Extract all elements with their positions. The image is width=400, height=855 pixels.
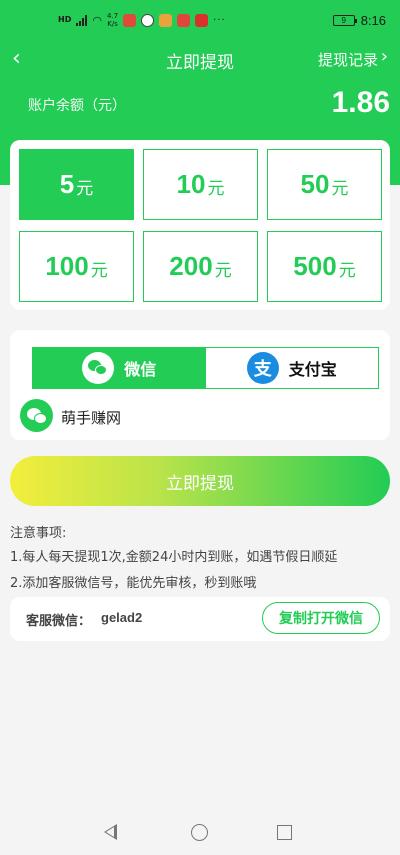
nav-home-icon[interactable]: [191, 824, 208, 841]
notes-title: 注意事项:: [10, 526, 67, 541]
wechat-account-icon: [20, 399, 53, 432]
tab-wechat[interactable]: 微信: [33, 348, 206, 388]
system-nav-bar: [0, 808, 400, 855]
amount-unit: 元: [207, 179, 225, 199]
amount-value: 5: [59, 169, 75, 199]
amount-card: 5元 10 元 50 元 100 元 200 元 500 元: [10, 140, 390, 310]
clock: 8:16: [360, 13, 386, 28]
amount-option-10[interactable]: 10 元: [143, 149, 258, 220]
amount-option-50[interactable]: 50 元: [267, 149, 382, 220]
payment-card: 微信 支 支付宝 萌手赚网: [10, 330, 390, 440]
map-notification-icon: [159, 13, 173, 27]
nav-back-icon[interactable]: [104, 824, 117, 840]
speed-value: 4.7: [106, 12, 119, 20]
amount-unit: 元: [76, 179, 94, 199]
amount-value: 500: [293, 251, 337, 281]
status-icons-right: 9 8:16: [332, 13, 386, 28]
balance-label: 账户余额（元）: [28, 98, 126, 114]
tab-wechat-label: 微信: [124, 360, 157, 379]
browser-notification-icon: [141, 13, 155, 27]
copy-open-wechat-button[interactable]: 复制打开微信: [262, 602, 380, 634]
amount-unit: 元: [90, 261, 108, 281]
app-notification-icon: [123, 13, 137, 27]
amount-option-100[interactable]: 100 元: [19, 231, 134, 302]
red-packet-notification-icon: [177, 13, 191, 27]
nav-recents-icon[interactable]: [277, 825, 292, 840]
status-icons-left: HD ◠ 4.7 K/s ···: [58, 12, 226, 28]
signal-icon: [76, 14, 88, 26]
gift-notification-icon: [195, 13, 209, 27]
withdraw-records-link[interactable]: 提现记录: [318, 49, 378, 70]
wifi-icon: ◠: [92, 13, 102, 27]
note-item-2: 2.添加客服微信号，能优先审核，秒到账哦: [10, 576, 257, 591]
tab-alipay-label: 支付宝: [288, 360, 337, 379]
amount-value: 50: [300, 169, 330, 199]
tab-alipay[interactable]: 支 支付宝: [205, 348, 378, 388]
amount-unit: 元: [331, 179, 349, 199]
alipay-icon: 支: [246, 352, 279, 384]
network-badge: HD: [58, 15, 72, 24]
amount-option-500[interactable]: 500 元: [267, 231, 382, 302]
service-label: 客服微信：: [26, 614, 92, 629]
service-wechat-id: gelad2: [101, 610, 143, 625]
status-bar: HD ◠ 4.7 K/s ··· 9 8:16: [0, 0, 400, 42]
amount-grid: 5元 10 元 50 元 100 元 200 元 500 元: [19, 149, 382, 302]
amount-option-5[interactable]: 5元: [19, 149, 134, 220]
payment-tabs: 微信 支 支付宝: [32, 347, 379, 389]
account-name: 萌手赚网: [61, 409, 122, 427]
more-notifications-icon: ···: [213, 14, 226, 26]
amount-unit: 元: [338, 261, 356, 281]
amount-option-200[interactable]: 200 元: [143, 231, 258, 302]
balance-value: 1.86: [331, 86, 390, 119]
amount-value: 100: [45, 251, 89, 281]
speed-unit: K/s: [107, 20, 118, 28]
amount-value: 200: [169, 251, 213, 281]
network-speed: 4.7 K/s: [107, 12, 118, 28]
chevron-right-icon[interactable]: ›: [381, 46, 388, 67]
withdraw-button[interactable]: 立即提现: [10, 456, 390, 506]
service-card: 客服微信： gelad2 复制打开微信: [10, 597, 390, 641]
note-item-1: 1.每人每天提现1次,金额24小时内到账，如遇节假日顺延: [10, 550, 338, 565]
battery-icon: 9: [332, 15, 357, 26]
wechat-icon: [82, 352, 115, 384]
amount-value: 10: [176, 169, 206, 199]
amount-unit: 元: [214, 261, 232, 281]
